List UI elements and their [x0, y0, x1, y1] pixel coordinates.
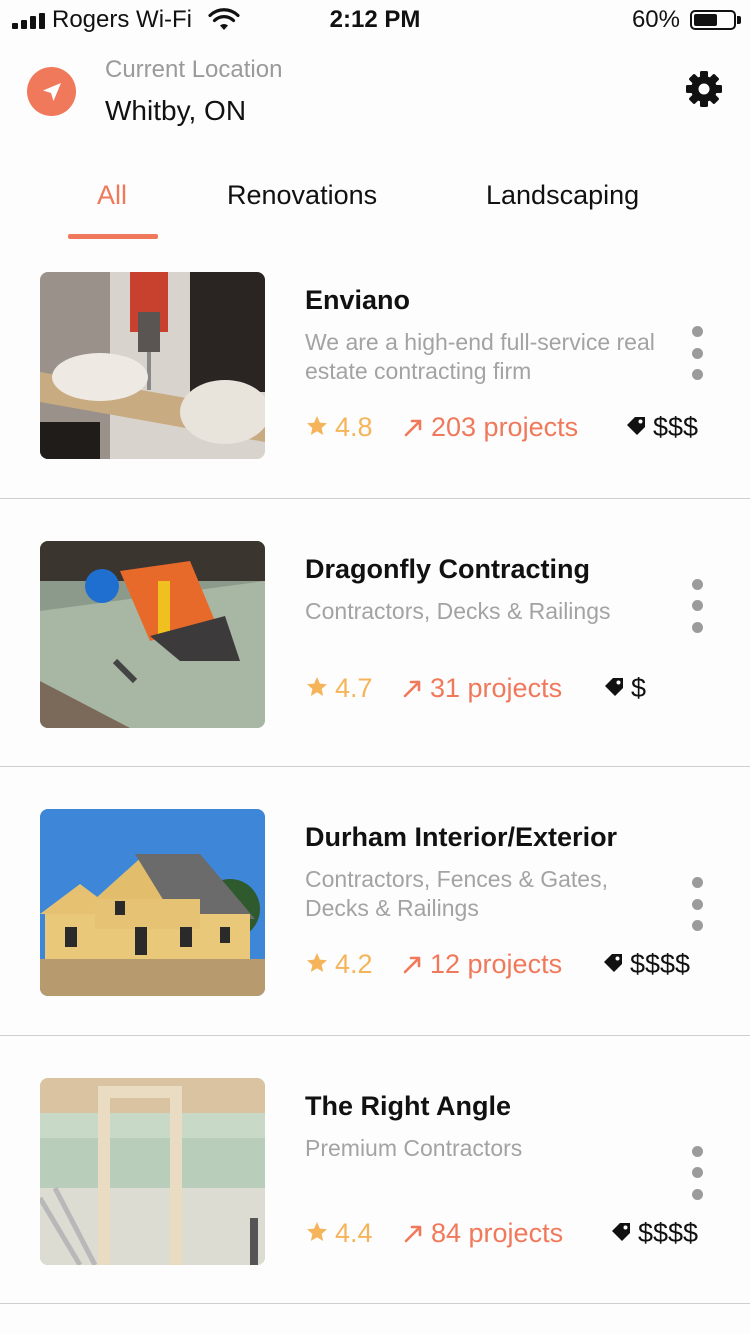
battery-icon — [690, 10, 736, 30]
contractor-description: Premium Contractors — [305, 1134, 523, 1161]
list-item[interactable]: Dragonfly Contracting Contractors, Decks… — [0, 499, 750, 767]
contractor-name[interactable]: Enviano — [305, 285, 410, 316]
location-button[interactable] — [27, 67, 76, 116]
battery-percent: 60% — [631, 6, 680, 33]
contractor-name[interactable]: Durham Interior/Exterior — [305, 822, 617, 853]
roofer-hammer-photo — [40, 540, 265, 728]
rating-value: 4.8 — [335, 412, 373, 442]
drill-worker-photo — [40, 272, 265, 459]
current-location-value[interactable]: Whitby, ON — [105, 95, 246, 127]
contractor-description: Contractors, Decks & Railings — [305, 597, 611, 624]
star-icon — [307, 953, 327, 972]
price-tag-icon — [627, 417, 645, 435]
projects-count: 12 projects — [430, 949, 563, 979]
tab-renovations[interactable]: Renovations — [227, 180, 377, 211]
projects-count: 203 projects — [431, 412, 579, 442]
rating-value: 4.7 — [335, 672, 373, 703]
star-icon — [307, 676, 327, 696]
star-icon — [307, 416, 327, 435]
contractor-description: Contractors, Fences & Gates, Decks & Rai… — [305, 866, 608, 921]
status-bar: Rogers Wi-Fi 2:12 PM 60% — [0, 0, 750, 40]
contractor-description: We are a high-end full-service real esta… — [305, 329, 655, 384]
list-item[interactable]: The Right Angle Premium Contractors 4.4 … — [0, 1036, 750, 1304]
navigation-arrow-icon — [42, 82, 61, 101]
battery-cap — [737, 16, 741, 24]
projects-count: 84 projects — [431, 1217, 564, 1248]
rating-value: 4.4 — [335, 1217, 373, 1248]
contractor-list: Enviano We are a high-end full-service r… — [0, 230, 750, 1304]
interior-doorframe-photo — [40, 1077, 265, 1265]
price-level: $$$$ — [638, 1217, 699, 1248]
trending-arrow-icon — [404, 1225, 422, 1242]
price-tag-icon — [612, 1222, 630, 1241]
list-item[interactable]: Enviano We are a high-end full-service r… — [0, 230, 750, 499]
more-options-icon[interactable] — [688, 578, 706, 633]
price-level: $ — [631, 672, 647, 703]
contractor-name[interactable]: The Right Angle — [305, 1091, 511, 1122]
tab-landscaping[interactable]: Landscaping — [486, 180, 639, 211]
rating-value: 4.2 — [335, 949, 373, 979]
more-options-icon[interactable] — [688, 326, 706, 380]
list-item[interactable]: Durham Interior/Exterior Contractors, Fe… — [0, 767, 750, 1036]
trending-arrow-icon — [403, 680, 421, 697]
price-level: $$$$ — [630, 949, 691, 979]
tab-all[interactable]: All — [97, 180, 127, 211]
house-frame-photo — [40, 809, 265, 996]
price-tag-icon — [604, 954, 622, 972]
price-level: $$$ — [653, 412, 699, 442]
price-tag-icon — [605, 677, 623, 696]
trending-arrow-icon — [404, 419, 422, 437]
trending-arrow-icon — [403, 956, 421, 974]
gear-icon[interactable] — [684, 69, 724, 109]
star-icon — [307, 1221, 327, 1241]
more-options-icon[interactable] — [688, 1145, 706, 1200]
more-options-icon[interactable] — [688, 877, 706, 931]
current-location-label: Current Location — [105, 56, 283, 83]
projects-count: 31 projects — [430, 672, 563, 703]
contractor-name[interactable]: Dragonfly Contracting — [305, 554, 590, 585]
